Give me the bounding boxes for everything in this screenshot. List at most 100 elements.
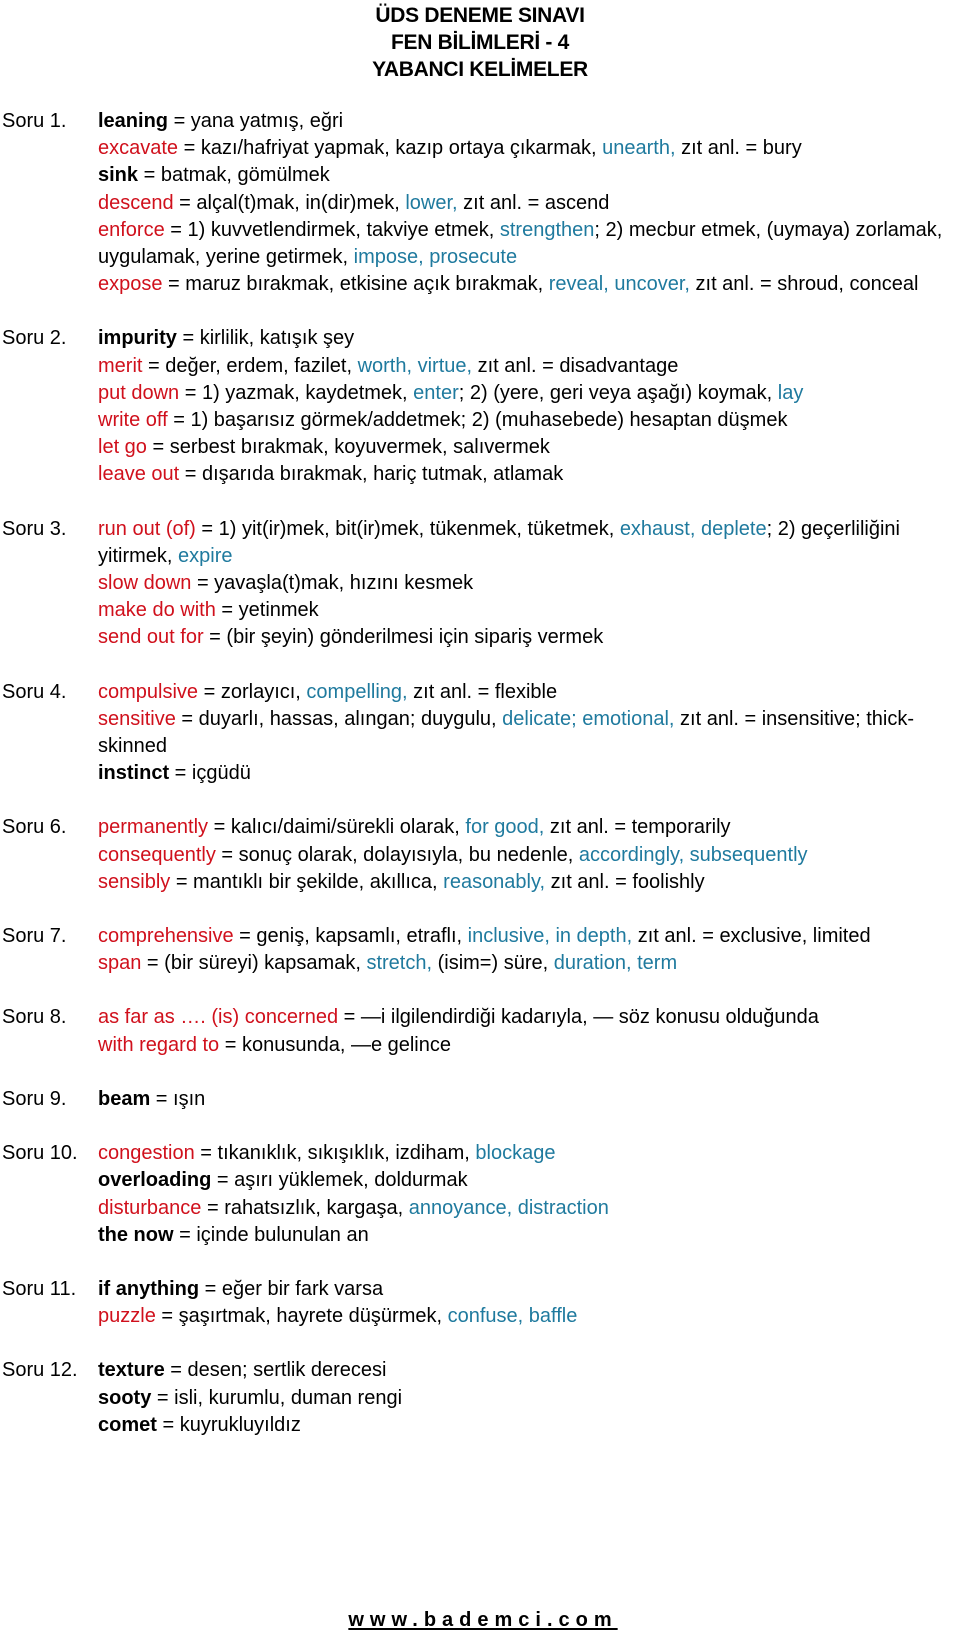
vocabulary-term: send out for bbox=[98, 626, 204, 649]
vocabulary-term: compulsive bbox=[98, 680, 199, 703]
vocabulary-entry: beam = ışın bbox=[98, 1086, 958, 1113]
vocabulary-entry: compulsive = zorlayıcı, compelling, zıt … bbox=[98, 679, 958, 706]
synonym-text: delicate; emotional, bbox=[502, 707, 675, 730]
definition-text: = değer, erdem, fazilet, bbox=[142, 354, 358, 377]
synonym-text: accordingly, subsequently bbox=[578, 843, 808, 866]
definition-text: zıt anl. = temporarily bbox=[544, 816, 731, 839]
vocabulary-entries: congestion = tıkanıklık, sıkışıklık, izd… bbox=[98, 1140, 960, 1249]
vocabulary-entry: merit = değer, erdem, fazilet, worth, vi… bbox=[98, 353, 958, 380]
synonym-text: reveal, uncover, bbox=[548, 273, 690, 296]
definition-text: zıt anl. = ascend bbox=[457, 191, 610, 214]
definition-text: = rahatsızlık, kargaşa, bbox=[201, 1196, 409, 1219]
definition-text: = 1) yit(ir)mek, bit(ir)mek, tükenmek, t… bbox=[195, 517, 620, 540]
question-label: Soru 6. bbox=[2, 816, 67, 839]
vocabulary-entry: the now = içinde bulunulan an bbox=[98, 1222, 958, 1249]
definition-text: = 1) kuvvetlendirmek, takviye etmek, bbox=[164, 218, 500, 241]
vocabulary-entry: impurity = kirlilik, katışık şey bbox=[98, 325, 958, 352]
synonym-text: stretch, bbox=[366, 952, 433, 975]
question-label: Soru 9. bbox=[2, 1087, 67, 1110]
vocabulary-entry: comprehensive = geniş, kapsamlı, etraflı… bbox=[98, 923, 958, 950]
definition-text: = eğer bir fark varsa bbox=[199, 1277, 384, 1300]
vocabulary-entry: run out (of) = 1) yit(ir)mek, bit(ir)mek… bbox=[98, 516, 958, 570]
question-section: Soru 2. impurity = kirlilik, katışık şey m… bbox=[0, 325, 960, 488]
exam-subtitle: FEN BİLİMLERİ - 4 bbox=[390, 31, 570, 54]
vocabulary-entries: compulsive = zorlayıcı, compelling, zıt … bbox=[98, 679, 960, 788]
vocabulary-term: descend bbox=[98, 191, 174, 214]
vocabulary-entry: make do with = yetinmek bbox=[98, 597, 958, 624]
vocabulary-entry: if anything = eğer bir fark varsa bbox=[98, 1276, 958, 1303]
definition-text: = yavaşla(t)mak, hızını kesmek bbox=[191, 572, 474, 595]
synonym-text: inclusive, in depth, bbox=[467, 925, 633, 948]
vocabulary-entries: if anything = eğer bir fark varsa puzzle … bbox=[98, 1276, 960, 1330]
vocabulary-entry: comet = kuyrukluyıldız bbox=[98, 1412, 958, 1439]
definition-text: = kalıcı/daimi/sürekli olarak, bbox=[208, 816, 466, 839]
vocabulary-entry: sensitive = duyarlı, hassas, alıngan; du… bbox=[98, 706, 958, 760]
vocabulary-term: sensibly bbox=[98, 870, 171, 893]
synonym-text: strengthen bbox=[499, 218, 595, 241]
vocabulary-entry: excavate = kazı/hafriyat yapmak, kazıp o… bbox=[98, 135, 958, 162]
question-label: Soru 3. bbox=[2, 517, 67, 540]
vocabulary-entry: as far as …. (is) concerned = —i ilgilen… bbox=[98, 1004, 958, 1031]
synonym-text: for good, bbox=[465, 816, 545, 839]
vocabulary-term: impurity bbox=[98, 327, 177, 350]
synonym-text: reasonably, bbox=[443, 870, 546, 893]
question-section: Soru 11. if anything = eğer bir fark vars… bbox=[0, 1276, 960, 1330]
definition-text: = ışın bbox=[150, 1087, 206, 1110]
vocabulary-entry: leave out = dışarıda bırakmak, hariç tut… bbox=[98, 461, 958, 488]
vocabulary-term: put down bbox=[98, 381, 180, 404]
definition-text: = yana yatmış, eğri bbox=[168, 110, 344, 132]
definition-text: = geniş, kapsamlı, etraflı, bbox=[233, 925, 468, 948]
document-header: ÜDS DENEME SINAVI FEN BİLİMLERİ - 4 YABA… bbox=[0, 2, 960, 83]
definition-text: = 1) yazmak, kaydetmek, bbox=[179, 381, 414, 404]
vocabulary-entry: slow down = yavaşla(t)mak, hızını kesmek bbox=[98, 570, 958, 597]
synonym-text: expire bbox=[178, 544, 233, 567]
vocabulary-entries: impurity = kirlilik, katışık şey merit = … bbox=[98, 325, 960, 488]
website-link[interactable]: www.bademci.com bbox=[342, 1609, 617, 1631]
vocabulary-term: expose bbox=[98, 273, 163, 296]
synonym-text: unearth, bbox=[602, 137, 676, 160]
synonym-text: exhaust, deplete bbox=[619, 517, 767, 540]
vocabulary-entry: enforce = 1) kuvvetlendirmek, takviye et… bbox=[98, 217, 958, 271]
vocabulary-term: leave out bbox=[98, 463, 180, 486]
vocabulary-term: disturbance bbox=[98, 1196, 202, 1219]
vocabulary-term: the now bbox=[98, 1223, 174, 1246]
definition-text: = yetinmek bbox=[215, 599, 319, 622]
question-section: Soru 4. compulsive = zorlayıcı, compellin… bbox=[0, 679, 960, 788]
vocabulary-entries: texture = desen; sertlik derecesi sooty =… bbox=[98, 1357, 960, 1439]
definition-text: = (bir şeyin) gönderilmesi için sipariş … bbox=[203, 626, 604, 649]
question-section: Soru 8. as far as …. (is) concerned = —i … bbox=[0, 1004, 960, 1058]
synonym-text: worth, virtue, bbox=[357, 354, 473, 377]
vocabulary-term: consequently bbox=[98, 843, 216, 866]
vocabulary-entries: run out (of) = 1) yit(ir)mek, bit(ir)mek… bbox=[98, 516, 960, 652]
synonym-text: confuse, baffle bbox=[447, 1305, 578, 1328]
vocabulary-entry: consequently = sonuç olarak, dolayısıyla… bbox=[98, 842, 958, 869]
question-section: Soru 3. run out (of) = 1) yit(ir)mek, bit… bbox=[0, 516, 960, 652]
question-section: Soru 12. texture = desen; sertlik dereces… bbox=[0, 1357, 960, 1439]
question-section: Soru 9. beam = ışın bbox=[0, 1086, 960, 1113]
vocabulary-list: Soru 1. leaning = yana yatmış, eğri excava… bbox=[0, 108, 960, 1466]
vocabulary-term: puzzle bbox=[98, 1305, 156, 1328]
definition-text: = konusunda, —e gelince bbox=[219, 1033, 451, 1056]
vocabulary-entry: overloading = aşırı yüklemek, doldurmak bbox=[98, 1167, 958, 1194]
vocabulary-term: overloading bbox=[98, 1169, 212, 1192]
vocabulary-entries: leaning = yana yatmış, eğri excavate = ka… bbox=[98, 108, 960, 298]
definition-text: (isim=) süre, bbox=[432, 952, 554, 975]
definition-text: = sonuç olarak, dolayısıyla, bu nedenle, bbox=[215, 843, 579, 866]
definition-text: = tıkanıklık, sıkışıklık, izdiham, bbox=[194, 1142, 476, 1165]
definition-text: = 1) başarısız görmek/addetmek; 2) (muha… bbox=[167, 409, 788, 432]
question-label: Soru 7. bbox=[2, 925, 67, 948]
definition-text: zıt anl. = foolishly bbox=[545, 870, 705, 893]
vocabulary-entry: sooty = isli, kurumlu, duman rengi bbox=[98, 1385, 958, 1412]
vocabulary-entry: texture = desen; sertlik derecesi bbox=[98, 1357, 958, 1384]
vocabulary-entry: disturbance = rahatsızlık, kargaşa, anno… bbox=[98, 1195, 958, 1222]
vocabulary-entry: with regard to = konusunda, —e gelince bbox=[98, 1032, 958, 1059]
synonym-text: impose, prosecute bbox=[353, 246, 518, 269]
definition-text: zıt anl. = exclusive, limited bbox=[632, 925, 871, 948]
vocabulary-term: beam bbox=[98, 1087, 151, 1110]
vocabulary-term: span bbox=[98, 952, 142, 975]
definition-text: = serbest bırakmak, koyuvermek, salıverm… bbox=[146, 436, 550, 459]
question-label: Soru 1. bbox=[2, 110, 67, 132]
definition-text: ; 2) (yere, geri veya aşağı) koymak, bbox=[458, 381, 778, 404]
vocabulary-term: comet bbox=[98, 1413, 157, 1436]
vocabulary-entries: permanently = kalıcı/daimi/sürekli olara… bbox=[98, 814, 960, 896]
